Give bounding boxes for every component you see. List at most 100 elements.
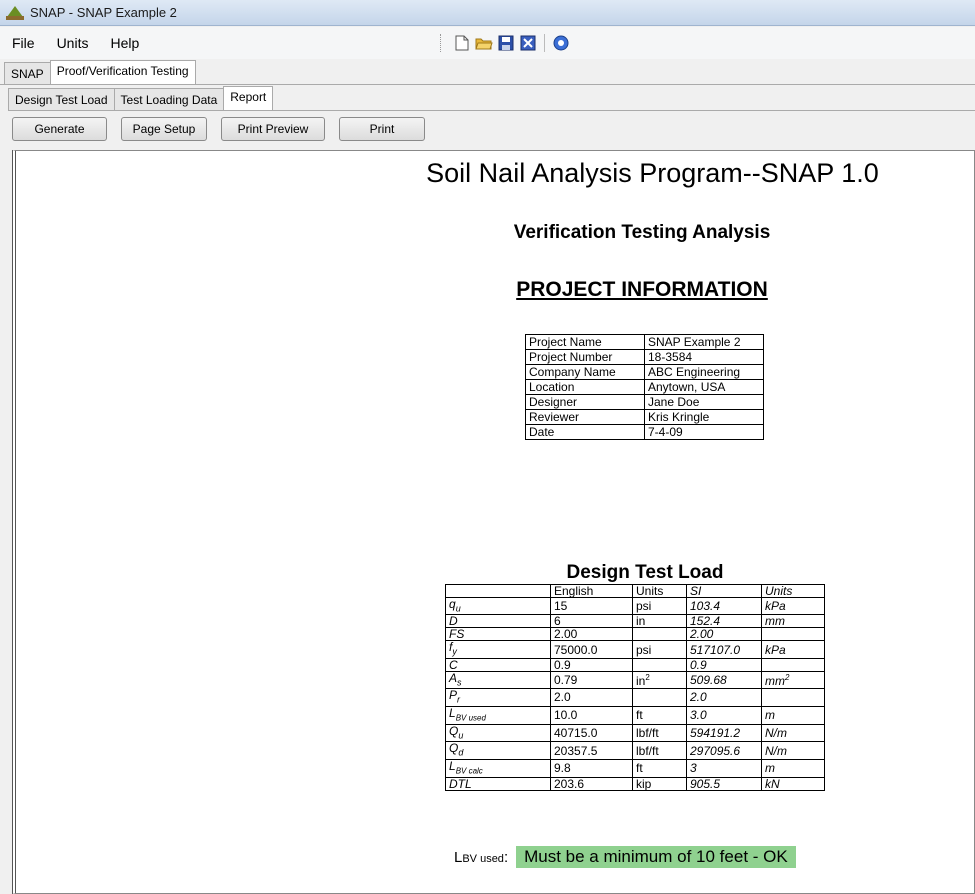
table-cell: SI (686, 584, 762, 598)
table-cell: m (761, 705, 825, 725)
table-cell: 297095.6 (686, 741, 762, 760)
table-cell: Qu (445, 723, 551, 743)
tab-snap[interactable]: SNAP (4, 62, 51, 84)
table-cell: 203.6 (550, 777, 633, 792)
sub-tab-divider (8, 110, 975, 111)
table-cell: 2.0 (686, 688, 762, 707)
table-cell: Qd (445, 741, 551, 760)
table-row: Location Anytown, USA (525, 379, 764, 395)
table-cell: LBV calc (445, 758, 551, 779)
window-title: SNAP - SNAP Example 2 (30, 5, 177, 20)
table-cell: 2.00 (550, 627, 633, 642)
tab-report[interactable]: Report (223, 86, 274, 110)
table-cell: 2.0 (550, 688, 633, 707)
table-row: Company Name ABC Engineering (525, 364, 764, 380)
table-cell: in2 (632, 670, 687, 690)
table-cell: English (550, 584, 633, 598)
table-cell: fy (445, 640, 551, 659)
table-cell: Pr (445, 688, 551, 707)
table-row: Reviewer Kris Kringle (525, 409, 764, 425)
project-field-value: ABC Engineering (644, 364, 764, 380)
table-cell: FS (445, 627, 551, 642)
project-field-label: Project Number (525, 349, 645, 365)
table-cell: LBV used (445, 705, 551, 725)
table-cell: 75000.0 (550, 640, 633, 659)
table-cell: 594191.2 (686, 723, 762, 743)
table-row: Project Number 18-3584 (525, 349, 764, 365)
table-cell (761, 657, 825, 672)
table-cell (632, 657, 687, 672)
sub-tabs: Design Test Load Test Loading Data Repor… (8, 86, 274, 110)
table-row: FS 2.00 2.00 (445, 627, 825, 642)
table-row: As 0.79 in2 509.68 mm2 (445, 670, 825, 690)
print-button[interactable]: Print (339, 117, 425, 141)
table-cell (632, 627, 687, 642)
generate-button[interactable]: Generate (12, 117, 107, 141)
table-cell: mm2 (761, 670, 825, 690)
project-field-value: 18-3584 (644, 349, 764, 365)
table-cell: 15 (550, 596, 633, 616)
table-header-row: English Units SI Units (445, 584, 825, 598)
table-row: Qu 40715.0 lbf/ft 594191.2 N/m (445, 723, 825, 743)
table-cell: N/m (761, 723, 825, 743)
table-cell: 103.4 (686, 596, 762, 616)
table-cell: 517107.0 (686, 640, 762, 659)
design-test-load-heading: Design Test Load (566, 562, 724, 583)
page-setup-button[interactable]: Page Setup (121, 117, 207, 141)
tab-test-loading-data[interactable]: Test Loading Data (113, 88, 225, 110)
lbv-status-message: Must be a minimum of 10 feet - OK (516, 846, 796, 868)
table-cell: 0.79 (550, 670, 633, 690)
print-preview-button[interactable]: Print Preview (221, 117, 325, 141)
table-cell: mm (761, 614, 825, 629)
table-cell: psi (632, 596, 687, 616)
table-cell: psi (632, 640, 687, 659)
title-bar: SNAP - SNAP Example 2 (0, 0, 975, 26)
toolbar-separator (544, 34, 545, 52)
table-cell: C (445, 657, 551, 672)
table-row: qu 15 psi 103.4 kPa (445, 596, 825, 616)
table-cell: N/m (761, 741, 825, 760)
table-cell: DTL (445, 777, 551, 792)
table-row: Date 7-4-09 (525, 424, 764, 440)
table-cell: Units (761, 584, 825, 598)
table-cell: 3.0 (686, 705, 762, 725)
table-cell (445, 584, 551, 598)
menu-units[interactable]: Units (55, 32, 91, 54)
project-field-value: 7-4-09 (644, 424, 764, 440)
table-cell (632, 688, 687, 707)
save-icon[interactable] (497, 34, 515, 52)
table-cell: m (761, 758, 825, 779)
table-row: Qd 20357.5 lbf/ft 297095.6 N/m (445, 741, 825, 760)
new-file-icon[interactable] (453, 34, 471, 52)
toolbar-grip[interactable] (440, 34, 443, 52)
table-cell: 6 (550, 614, 633, 629)
menu-help[interactable]: Help (108, 32, 141, 54)
report-button-row: Generate Page Setup Print Preview Print (12, 117, 425, 143)
table-cell: lbf/ft (632, 723, 687, 743)
snap-app-icon (6, 5, 24, 21)
tab-proof-verification-testing[interactable]: Proof/Verification Testing (49, 60, 196, 84)
table-row: Pr 2.0 2.0 (445, 688, 825, 707)
design-test-load-table: English Units SI Units qu 15 psi 103.4 kPa D 6 in 15… (445, 584, 825, 792)
table-cell: kip (632, 777, 687, 792)
open-folder-icon[interactable] (475, 34, 493, 52)
project-field-label: Location (525, 379, 645, 395)
table-cell: 0.9 (686, 657, 762, 672)
project-information-heading: PROJECT INFORMATION (516, 278, 768, 301)
help-icon[interactable] (552, 34, 570, 52)
table-row: C 0.9 0.9 (445, 657, 825, 672)
table-row: LBV used 10.0 ft 3.0 m (445, 705, 825, 725)
table-row: fy 75000.0 psi 517107.0 kPa (445, 640, 825, 659)
table-cell: D (445, 614, 551, 629)
tab-design-test-load[interactable]: Design Test Load (8, 88, 115, 110)
table-cell: 0.9 (550, 657, 633, 672)
toolbar (440, 32, 570, 54)
main-tabs: SNAP Proof/Verification Testing (0, 60, 196, 84)
project-field-value: Kris Kringle (644, 409, 764, 425)
table-cell: 152.4 (686, 614, 762, 629)
table-cell: 40715.0 (550, 723, 633, 743)
project-field-label: Project Name (525, 334, 645, 350)
table-cell: kPa (761, 596, 825, 616)
menu-file[interactable]: File (10, 32, 37, 54)
export-icon[interactable] (519, 34, 537, 52)
